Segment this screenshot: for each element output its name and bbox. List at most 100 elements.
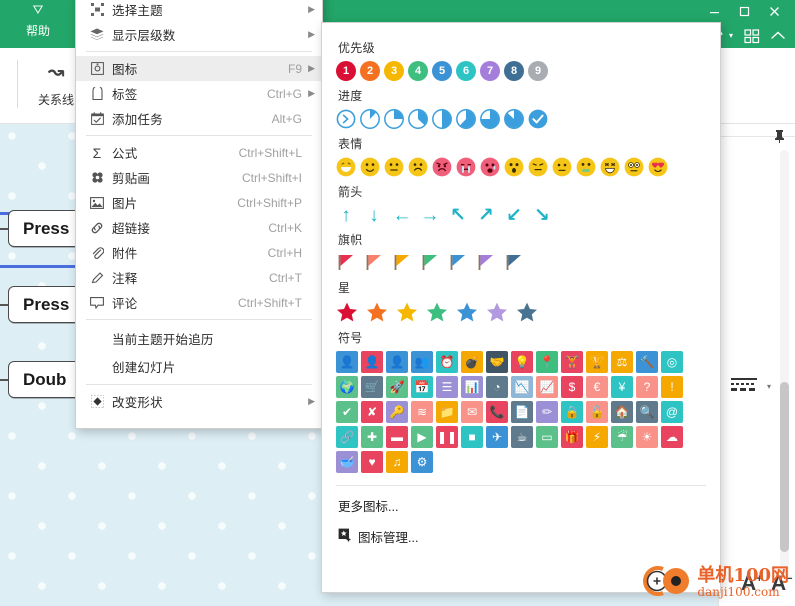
play-icon[interactable]: ▶: [411, 426, 433, 448]
user-icon[interactable]: 👤: [386, 351, 408, 373]
arrow-icon-4[interactable]: ↖: [448, 205, 468, 225]
group-icon[interactable]: 👥: [411, 351, 433, 373]
stop-icon[interactable]: ■: [461, 426, 483, 448]
cloud-icon[interactable]: ☁: [661, 426, 683, 448]
pause-icon[interactable]: ❚❚: [436, 426, 458, 448]
menu-item-tag[interactable]: 标签 Ctrl+G ▶: [76, 81, 322, 106]
calendar-icon[interactable]: 📅: [411, 376, 433, 398]
music-icon[interactable]: ♫: [386, 451, 408, 473]
menu-item-clipart[interactable]: 剪贴画 Ctrl+Shift+I: [76, 165, 322, 190]
menu-item-image[interactable]: 图片 Ctrl+Shift+P: [76, 190, 322, 215]
emotion-icon-blank[interactable]: [552, 157, 572, 177]
line-style-caret-icon[interactable]: ▾: [767, 382, 771, 391]
rain-icon[interactable]: ☔: [611, 426, 633, 448]
handshake-icon[interactable]: 🤝: [486, 351, 508, 373]
check-icon[interactable]: ✔: [336, 401, 358, 423]
home-icon[interactable]: 🏠: [611, 401, 633, 423]
close-button[interactable]: [759, 0, 789, 22]
star-icon-2[interactable]: [396, 301, 418, 323]
lightning-icon[interactable]: ⚡: [586, 426, 608, 448]
cart-icon[interactable]: 🛒: [361, 376, 383, 398]
priority-icon-2[interactable]: 2: [360, 61, 380, 81]
at-icon[interactable]: @: [661, 401, 683, 423]
star-icon-1[interactable]: [366, 301, 388, 323]
priority-icon-1[interactable]: 1: [336, 61, 356, 81]
progress-icon-0[interactable]: [336, 109, 356, 129]
exclaim-icon[interactable]: !: [661, 376, 683, 398]
emotion-icon-neutral[interactable]: [384, 157, 404, 177]
bomb-icon[interactable]: 💣: [461, 351, 483, 373]
priority-icon-8[interactable]: 8: [504, 61, 524, 81]
linechart-icon[interactable]: 📉: [511, 376, 533, 398]
priority-icon-6[interactable]: 6: [456, 61, 476, 81]
progress-icon-12[interactable]: [360, 109, 380, 129]
menu-item-note[interactable]: 注释 Ctrl+T: [76, 265, 322, 290]
piechart-icon[interactable]: ◔: [486, 376, 508, 398]
mail-icon[interactable]: ✉: [461, 401, 483, 423]
plane-icon[interactable]: ✈: [486, 426, 508, 448]
menu-item-change-shape[interactable]: 改变形状 ▶: [76, 389, 322, 414]
format-side-panel[interactable]: ▾ ▾ A+ A− A ▾ 字体: [718, 124, 795, 606]
insert-menu[interactable]: 选择主题 ▶ 显示层级数 ▶ 图标 F9 ▶ 标签 Ctrl+G ▶ 添加任务 …: [75, 0, 323, 429]
yen-icon[interactable]: ¥: [611, 376, 633, 398]
arrow-icon-1[interactable]: ↓: [364, 205, 384, 225]
unlock-icon[interactable]: 🔓: [586, 401, 608, 423]
emotion-icon-sick[interactable]: [576, 157, 596, 177]
weight-icon[interactable]: 🏋: [561, 351, 583, 373]
menu-item-hyperlink[interactable]: 超链接 Ctrl+K: [76, 215, 322, 240]
list-icon[interactable]: ☰: [436, 376, 458, 398]
progress-icon-87[interactable]: [504, 109, 524, 129]
scales-icon[interactable]: ⚖: [611, 351, 633, 373]
flag-icon-1[interactable]: [364, 253, 384, 273]
dollar-icon[interactable]: $: [561, 376, 583, 398]
person-icon[interactable]: 👤: [336, 351, 358, 373]
emotion-icon-angry[interactable]: [432, 157, 452, 177]
minimize-button[interactable]: [699, 0, 729, 22]
pin-icon[interactable]: [774, 130, 785, 146]
more-icons-link[interactable]: 更多图标...: [336, 486, 720, 515]
gift-icon[interactable]: 🎁: [561, 426, 583, 448]
emotion-icon-smirk[interactable]: [528, 157, 548, 177]
arrow-icon-0[interactable]: ↑: [336, 205, 356, 225]
priority-icon-4[interactable]: 4: [408, 61, 428, 81]
star-icon-0[interactable]: [336, 301, 358, 323]
chevron-down-icon[interactable]: ▾: [729, 31, 733, 40]
key-icon[interactable]: 🔑: [386, 401, 408, 423]
priority-icon-5[interactable]: 5: [432, 61, 452, 81]
coffee-icon[interactable]: ☕: [511, 426, 533, 448]
minus-icon[interactable]: ▬: [386, 426, 408, 448]
barchart-icon[interactable]: 📊: [461, 376, 483, 398]
question-icon[interactable]: ?: [636, 376, 658, 398]
areachart-icon[interactable]: 📈: [536, 376, 558, 398]
emotion-icon-laugh[interactable]: [600, 157, 620, 177]
globe-icon[interactable]: 🌍: [336, 376, 358, 398]
priority-icon-7[interactable]: 7: [480, 61, 500, 81]
grid-icon[interactable]: [739, 24, 765, 48]
emotion-icon-shocked[interactable]: [624, 157, 644, 177]
stack-icon[interactable]: ≋: [411, 401, 433, 423]
menu-item-comment[interactable]: 评论 Ctrl+Shift+T: [76, 290, 322, 315]
star-icon-5[interactable]: [486, 301, 508, 323]
flag-icon-6[interactable]: [504, 253, 524, 273]
menu-item-create-slide[interactable]: 创建幻灯片: [76, 352, 322, 380]
bowl-icon[interactable]: 🥣: [336, 451, 358, 473]
link-icon[interactable]: 🔗: [336, 426, 358, 448]
flag-icon-4[interactable]: [448, 253, 468, 273]
document-icon[interactable]: 📄: [511, 401, 533, 423]
pin-green-icon[interactable]: 📍: [536, 351, 558, 373]
flag-icon-3[interactable]: [420, 253, 440, 273]
manage-icons-link[interactable]: 图标管理...: [336, 515, 720, 546]
target-icon[interactable]: ◎: [661, 351, 683, 373]
arrow-icon-7[interactable]: ↘: [532, 205, 552, 225]
arrow-icon-2[interactable]: ←: [392, 205, 412, 225]
emotion-icon-smile[interactable]: [360, 157, 380, 177]
menu-item-icon[interactable]: 图标 F9 ▶: [76, 56, 322, 81]
progress-icon-25[interactable]: [384, 109, 404, 129]
collapse-icon[interactable]: [765, 24, 791, 48]
emotion-icon-cry[interactable]: [456, 157, 476, 177]
arrow-icon-6[interactable]: ↙: [504, 205, 524, 225]
star-icon-3[interactable]: [426, 301, 448, 323]
menu-item-start-walkthrough[interactable]: 当前主题开始追历: [76, 324, 322, 352]
progress-icon-50[interactable]: [432, 109, 452, 129]
emotion-icon-love[interactable]: [648, 157, 668, 177]
